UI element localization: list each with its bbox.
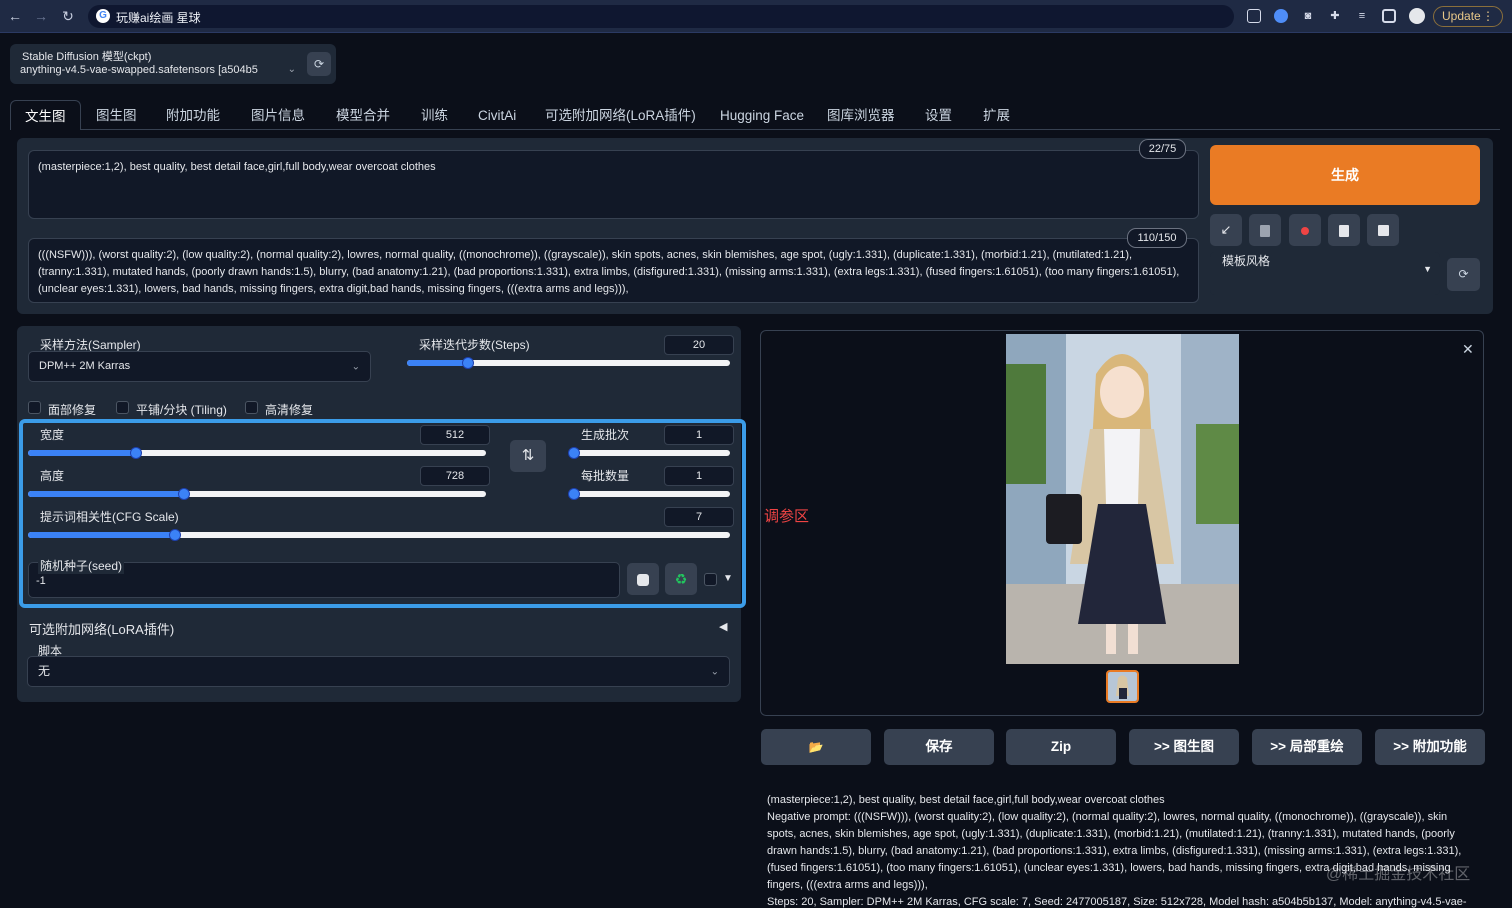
trash-icon[interactable] — [1249, 214, 1281, 246]
zip-button[interactable]: Zip — [1006, 729, 1116, 765]
model-selector: Stable Diffusion 模型(ckpt) anything-v4.5-… — [10, 44, 336, 84]
browser-toolbar: ← → ↻ G 玩赚ai绘画 星球 ◙ ✚ ≡ Update ⋮ — [0, 0, 1512, 33]
profile-avatar[interactable] — [1409, 8, 1425, 24]
save-style-icon[interactable] — [1367, 214, 1399, 246]
lora-accordion-label[interactable]: 可选附加网络(LoRA插件) — [29, 619, 174, 638]
forward-icon[interactable]: → — [32, 7, 50, 25]
highlight-frame — [19, 419, 746, 608]
style-label: 模板风格 — [1222, 254, 1271, 268]
model-refresh-button[interactable]: ⟳ — [307, 52, 331, 76]
tab-image-browser[interactable]: 图库浏览器 — [827, 100, 895, 130]
tab-checkpoint-merger[interactable]: 模型合并 — [336, 100, 390, 130]
positive-token-counter: 22/75 — [1139, 139, 1186, 159]
camera-icon[interactable]: ◙ — [1301, 9, 1315, 23]
chevron-down-icon: ⌄ — [351, 361, 360, 372]
more-menu-icon[interactable]: ⋮ — [1482, 7, 1494, 26]
save-button[interactable]: 保存 — [884, 729, 994, 765]
generation-info: (masterpiece:1,2), best quality, best de… — [767, 792, 1467, 908]
generated-image[interactable] — [1006, 334, 1239, 664]
send-to-extras-button[interactable]: >> 附加功能 — [1375, 729, 1485, 765]
style-refresh-button[interactable]: ⟳ — [1447, 258, 1480, 291]
tiling-checkbox[interactable] — [116, 401, 129, 414]
open-folder-button[interactable]: 📂 — [761, 729, 871, 765]
seed-label: 随机种子(seed) — [38, 557, 125, 574]
model-label: Stable Diffusion 模型(ckpt) — [22, 51, 152, 63]
read-params-icon[interactable]: ↙ — [1210, 214, 1242, 246]
chevron-down-icon: ⌄ — [710, 666, 719, 677]
main-tabs: 文生图 图生图 附加功能 图片信息 模型合并 训练 CivitAi 可选附加网络… — [10, 100, 1500, 130]
puzzle-icon[interactable]: ✚ — [1328, 9, 1342, 23]
tab-img2img[interactable]: 图生图 — [96, 100, 137, 130]
annotation-label: 调参区 — [764, 508, 810, 525]
send-to-inpaint-button[interactable]: >> 局部重绘 — [1252, 729, 1362, 765]
generate-button[interactable]: 生成 — [1210, 145, 1480, 205]
negative-prompt-input[interactable]: (((NSFW))), (worst quality:2), (low qual… — [28, 238, 1199, 303]
positive-prompt-input[interactable]: (masterpiece:1,2), best quality, best de… — [28, 150, 1199, 219]
reading-list-icon[interactable]: ≡ — [1355, 9, 1369, 23]
tab-train[interactable]: 训练 — [421, 100, 448, 130]
tab-txt2img[interactable]: 文生图 — [10, 100, 81, 130]
send-to-img2img-button[interactable]: >> 图生图 — [1129, 729, 1239, 765]
tab-settings[interactable]: 设置 — [925, 100, 952, 130]
tab-extensions[interactable]: 扩展 — [983, 100, 1010, 130]
sampler-dropdown[interactable]: DPM++ 2M Karras ⌄ — [28, 351, 371, 382]
tab-lora[interactable]: 可选附加网络(LoRA插件) — [545, 100, 696, 130]
generation-info-params: Steps: 20, Sampler: DPM++ 2M Karras, CFG… — [767, 896, 1467, 908]
address-bar[interactable]: G 玩赚ai绘画 星球 — [88, 5, 1234, 28]
chevron-down-icon: ⌄ — [287, 64, 296, 75]
tab-civitai[interactable]: CivitAi — [478, 100, 516, 130]
accordion-toggle-icon[interactable]: ◀ — [719, 620, 727, 633]
negative-token-counter: 110/150 — [1127, 228, 1187, 248]
watermark: @稀土掘金技术社区 — [1326, 866, 1471, 883]
steps-label: 采样迭代步数(Steps) — [419, 338, 530, 352]
tab-extras[interactable]: 附加功能 — [166, 100, 220, 130]
page-title: 玩赚ai绘画 星球 — [116, 11, 201, 25]
model-dropdown[interactable]: anything-v4.5-vae-swapped.safetensors [a… — [20, 64, 302, 82]
extra-networks-icon[interactable] — [1289, 214, 1321, 246]
close-icon[interactable]: ✕ — [1462, 341, 1474, 358]
tab-hugging-face[interactable]: Hugging Face — [720, 100, 804, 130]
generation-info-prompt: (masterpiece:1,2), best quality, best de… — [767, 794, 1165, 806]
steps-slider[interactable] — [407, 357, 730, 369]
google-icon: G — [96, 9, 110, 23]
hires-fix-checkbox[interactable] — [245, 401, 258, 414]
clipboard-icon[interactable] — [1328, 214, 1360, 246]
steps-input[interactable]: 20 — [664, 335, 734, 355]
tiling-label: 平铺/分块 (Tiling) — [136, 403, 227, 417]
back-icon[interactable]: ← — [6, 7, 24, 25]
hires-fix-label: 高清修复 — [265, 403, 314, 417]
side-panel-icon[interactable] — [1382, 9, 1396, 23]
script-dropdown[interactable]: 无 ⌄ — [27, 656, 730, 687]
reload-icon[interactable]: ↻ — [59, 7, 77, 25]
face-restore-checkbox[interactable] — [28, 401, 41, 414]
update-button[interactable]: Update ⋮ — [1433, 6, 1503, 27]
face-restore-label: 面部修复 — [48, 403, 97, 417]
tab-png-info[interactable]: 图片信息 — [251, 100, 305, 130]
qr-code-icon[interactable] — [1247, 9, 1261, 23]
caret-down-icon: ▼ — [1423, 264, 1432, 274]
gallery-thumbnail[interactable] — [1106, 670, 1139, 703]
style-selector[interactable]: 模板风格 ▼ — [1210, 252, 1440, 295]
extension-icon[interactable] — [1274, 9, 1288, 23]
